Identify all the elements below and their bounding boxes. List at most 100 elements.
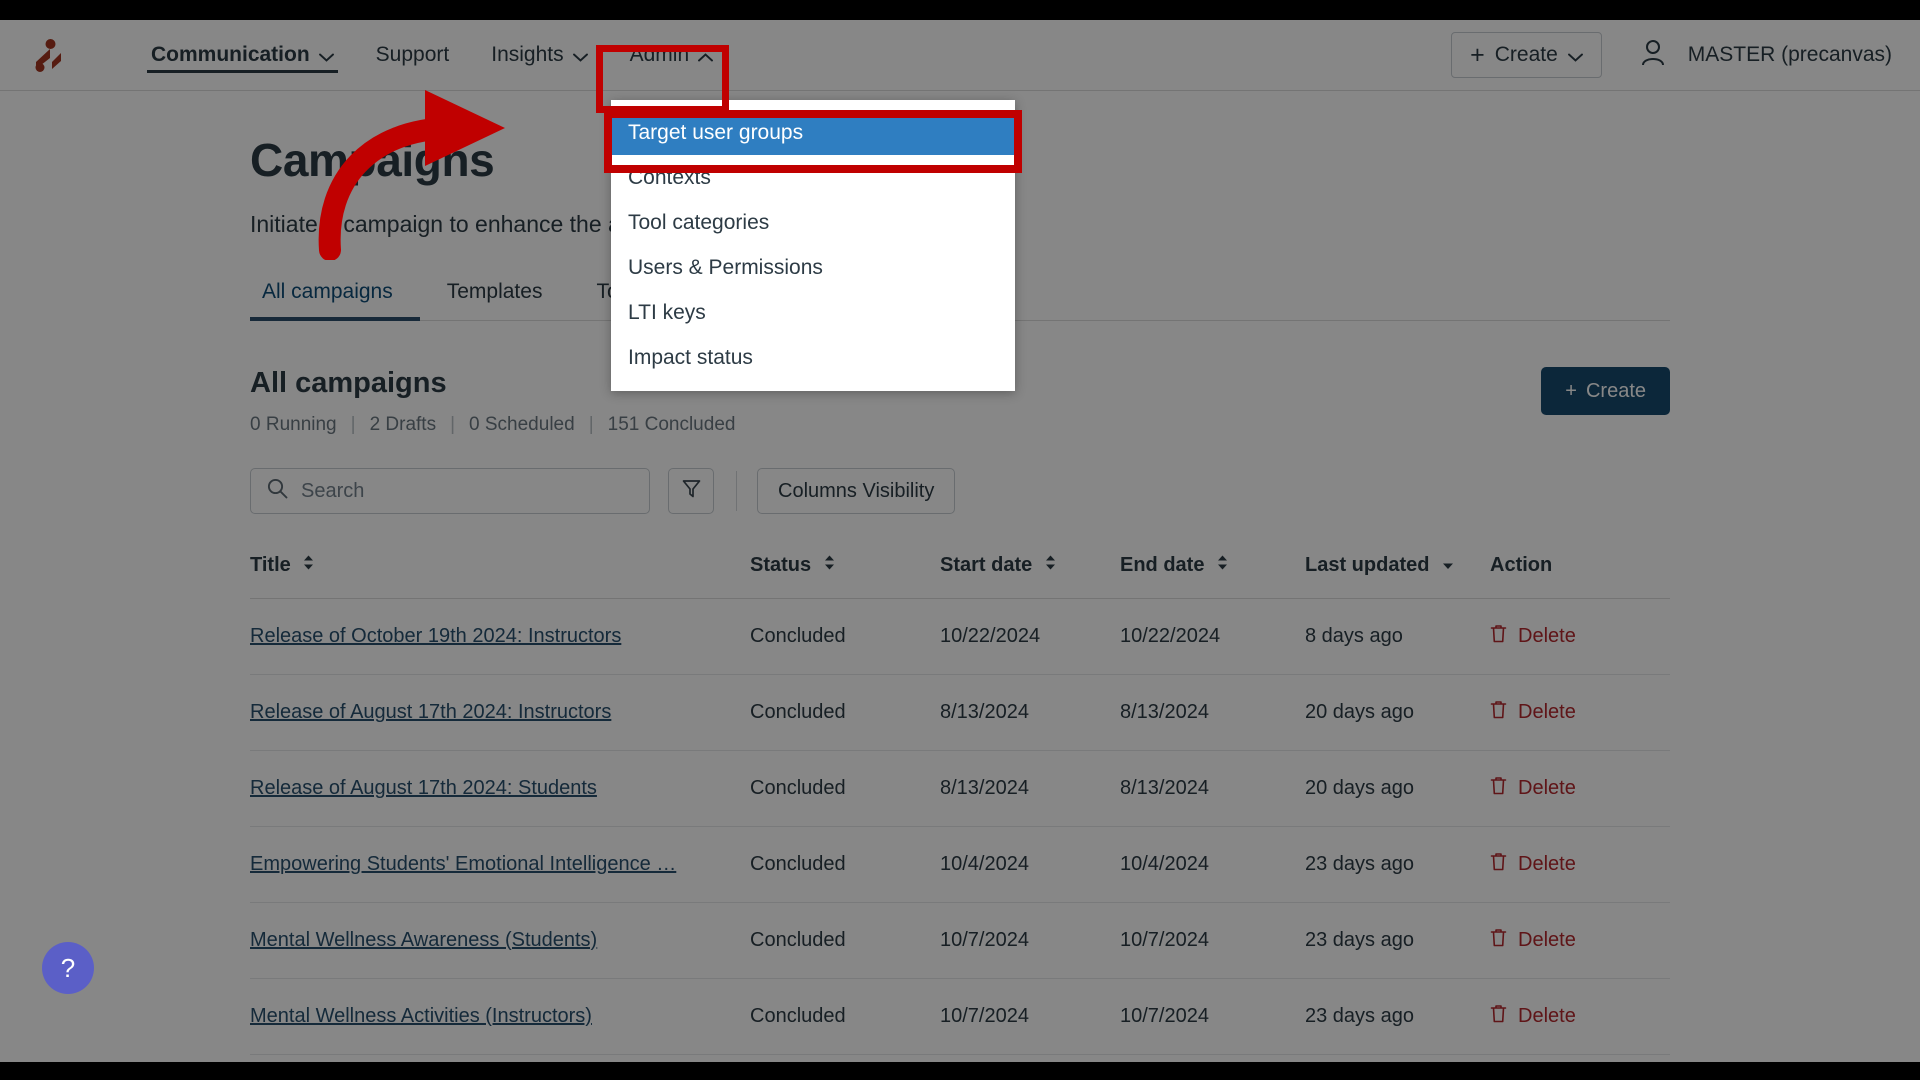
campaigns-table: Title Status Start date End date Last up…	[250, 554, 1670, 1055]
delete-button[interactable]: Delete	[1490, 852, 1576, 877]
admin-dropdown-menu: Target user groups Contexts Tool categor…	[611, 100, 1015, 391]
cell-end: 10/22/2024	[1120, 598, 1305, 675]
nav-item-label: Admin	[629, 43, 690, 66]
delete-button[interactable]: Delete	[1490, 700, 1576, 725]
delete-button[interactable]: Delete	[1490, 928, 1576, 953]
delete-button[interactable]: Delete	[1490, 1004, 1576, 1029]
table-row: Empowering Students' Emotional Intellige…	[250, 826, 1670, 903]
cell-end: 10/4/2024	[1120, 826, 1305, 903]
table-row: Release of August 17th 2024: Instructors…	[250, 674, 1670, 751]
cell-status: Concluded	[750, 902, 940, 979]
cell-status: Concluded	[750, 978, 940, 1055]
cell-title: Mental Wellness Activities (Instructors)	[250, 978, 750, 1055]
cell-start: 10/22/2024	[940, 598, 1120, 675]
table-row: Release of October 19th 2024: Instructor…	[250, 598, 1670, 675]
create-menu-button[interactable]: + Create	[1451, 32, 1602, 78]
column-header-label: End date	[1120, 554, 1205, 576]
create-campaign-label: Create	[1585, 379, 1646, 402]
column-header-end-date[interactable]: End date	[1120, 554, 1305, 599]
delete-button[interactable]: Delete	[1490, 624, 1576, 649]
user-account-icon[interactable]	[1640, 39, 1666, 72]
count-drafts: 2 Drafts	[369, 414, 437, 435]
chevron-down-icon	[318, 53, 334, 62]
column-header-status[interactable]: Status	[750, 554, 940, 599]
sort-icon	[303, 553, 314, 576]
column-header-last-updated[interactable]: Last updated	[1305, 554, 1490, 599]
nav-item-support[interactable]: Support	[355, 20, 471, 90]
cell-action: Delete	[1490, 598, 1670, 675]
table-head: Title Status Start date End date Last up…	[250, 554, 1670, 599]
tab-all-campaigns[interactable]: All campaigns	[250, 280, 420, 321]
nav-item-communication[interactable]: Communication	[130, 20, 355, 90]
sort-desc-icon	[1442, 553, 1454, 576]
trash-icon	[1490, 1004, 1507, 1029]
table-body: Release of October 19th 2024: Instructor…	[250, 598, 1670, 1055]
help-button[interactable]: ?	[42, 942, 94, 994]
cell-updated: 23 days ago	[1305, 902, 1490, 979]
nav-item-admin[interactable]: Admin	[608, 20, 735, 90]
chevron-down-icon	[1567, 53, 1583, 62]
delete-label: Delete	[1518, 1005, 1576, 1027]
nav-item-insights[interactable]: Insights	[470, 20, 608, 90]
campaign-link[interactable]: Mental Wellness Activities (Instructors)	[250, 1005, 592, 1027]
table-toolbar: Columns Visibility	[250, 468, 1670, 514]
cell-title: Mental Wellness Awareness (Students)	[250, 902, 750, 979]
count-separator: |	[350, 414, 356, 435]
column-header-label: Start date	[940, 554, 1033, 576]
nav-item-label: Communication	[151, 43, 310, 66]
campaign-link[interactable]: Empowering Students' Emotional Intellige…	[250, 853, 676, 875]
nav-right-cluster: + Create MASTER (precanvas)	[1451, 32, 1892, 78]
cell-action: Delete	[1490, 902, 1670, 979]
menu-item-label: Target user groups	[628, 120, 804, 144]
trash-icon	[1490, 928, 1507, 953]
funnel-icon	[681, 478, 702, 504]
top-navigation-bar: Communication Support Insights Admin + C…	[0, 20, 1920, 91]
filter-button[interactable]	[668, 468, 714, 514]
cell-status: Concluded	[750, 826, 940, 903]
column-header-label: Last updated	[1305, 554, 1430, 576]
columns-visibility-button[interactable]: Columns Visibility	[757, 468, 956, 514]
menu-item-lti-keys[interactable]: LTI keys	[611, 290, 1015, 335]
column-header-title[interactable]: Title	[250, 554, 750, 599]
primary-nav: Communication Support Insights Admin	[130, 20, 735, 90]
cell-title: Release of August 17th 2024: Students	[250, 750, 750, 827]
column-header-start-date[interactable]: Start date	[940, 554, 1120, 599]
sort-icon	[824, 553, 835, 576]
cell-start: 10/7/2024	[940, 902, 1120, 979]
campaign-link[interactable]: Release of October 19th 2024: Instructor…	[250, 625, 621, 647]
tab-templates[interactable]: Templates	[420, 280, 570, 320]
cell-title: Empowering Students' Emotional Intellige…	[250, 826, 750, 903]
campaign-link[interactable]: Release of August 17th 2024: Students	[250, 777, 597, 799]
cell-updated: 23 days ago	[1305, 978, 1490, 1055]
tab-label: All campaigns	[262, 280, 393, 303]
create-campaign-button[interactable]: + Create	[1541, 367, 1670, 415]
search-box[interactable]	[250, 468, 650, 514]
menu-item-users-permissions[interactable]: Users & Permissions	[611, 245, 1015, 290]
campaign-link[interactable]: Release of August 17th 2024: Instructors	[250, 701, 611, 723]
campaign-link[interactable]: Mental Wellness Awareness (Students)	[250, 929, 597, 951]
cell-action: Delete	[1490, 978, 1670, 1055]
menu-item-tool-categories[interactable]: Tool categories	[611, 200, 1015, 245]
cell-title: Release of October 19th 2024: Instructor…	[250, 598, 750, 675]
app-logo[interactable]	[28, 35, 68, 75]
screenshot-root: Communication Support Insights Admin + C…	[0, 0, 1920, 1080]
cell-end: 8/13/2024	[1120, 750, 1305, 827]
delete-label: Delete	[1518, 777, 1576, 799]
plus-icon: +	[1470, 40, 1485, 69]
menu-item-label: Users & Permissions	[628, 255, 823, 279]
menu-item-impact-status[interactable]: Impact status	[611, 335, 1015, 380]
cell-action: Delete	[1490, 750, 1670, 827]
delete-button[interactable]: Delete	[1490, 776, 1576, 801]
menu-item-contexts[interactable]: Contexts	[611, 155, 1015, 200]
cell-start: 8/13/2024	[940, 750, 1120, 827]
trash-icon	[1490, 624, 1507, 649]
cell-updated: 8 days ago	[1305, 598, 1490, 675]
menu-item-target-user-groups[interactable]: Target user groups	[611, 110, 1015, 155]
column-header-action: Action	[1490, 554, 1670, 599]
menu-item-label: Impact status	[628, 345, 753, 369]
sort-icon	[1045, 553, 1056, 576]
campaign-status-counts: 0 Running | 2 Drafts | 0 Scheduled | 151…	[250, 414, 735, 436]
cell-start: 8/13/2024	[940, 674, 1120, 751]
search-input[interactable]	[301, 479, 633, 503]
cell-status: Concluded	[750, 674, 940, 751]
